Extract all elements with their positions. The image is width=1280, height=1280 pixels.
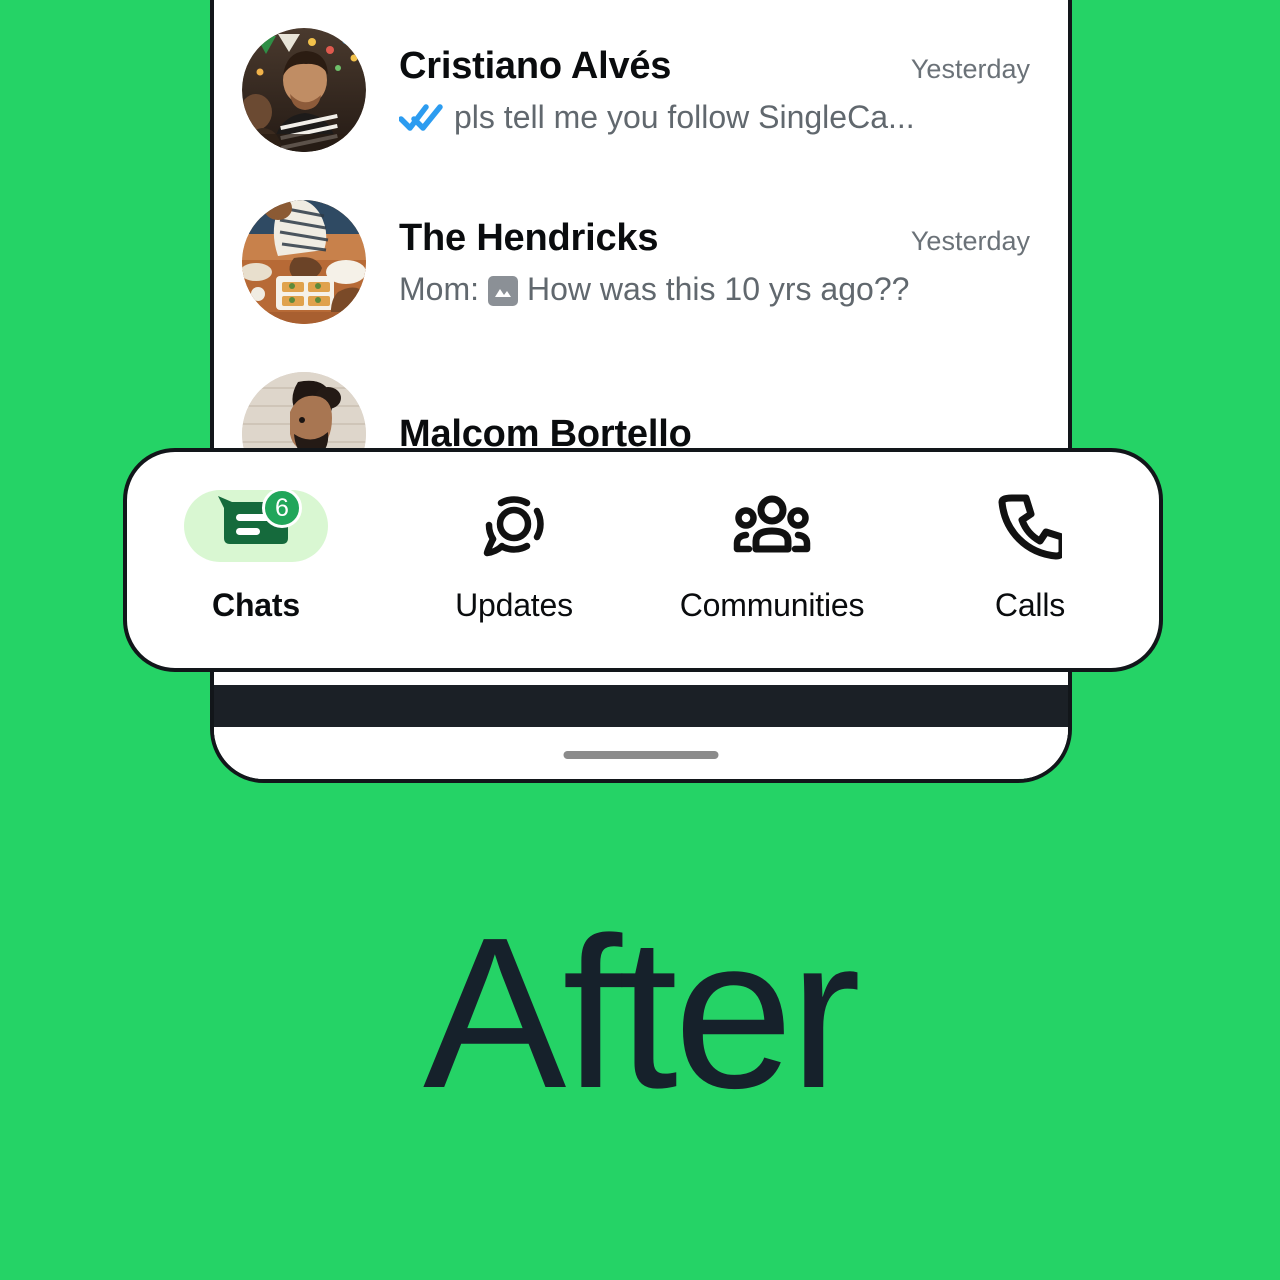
bottom-navigation-bar: 6 Chats Updates Communities Calls [123,448,1163,672]
tab-chats-label: Chats [212,587,300,623]
avatar[interactable] [242,200,366,324]
preview-text: pls tell me you follow SingleCa... [454,98,915,135]
tab-communities-label: Communities [679,587,865,623]
tab-updates-label: Updates [455,587,573,623]
avatar[interactable] [242,28,366,152]
row-body: Cristiano Alvés Yesterday pls tell me yo… [399,45,1030,136]
image-attachment-icon [488,276,518,306]
row-preview: pls tell me you follow SingleCa... [399,99,1030,136]
tab-calls-icon-wrap [958,490,1102,562]
tab-calls-label: Calls [994,587,1066,623]
updates-icon [483,496,544,557]
tab-communities-icon-wrap [700,490,844,562]
chat-timestamp: Yesterday [910,225,1030,256]
chat-name: The Hendricks [399,216,659,259]
chat-list: Cristiano Alvés Yesterday pls tell me yo… [214,4,1068,520]
row-top: Cristiano Alvés Yesterday [399,45,1030,88]
tab-chats[interactable]: 6 Chats [127,452,385,668]
read-receipt-double-check-icon [399,102,443,132]
preview-text: How was this 10 yrs ago?? [527,270,910,307]
tab-updates[interactable]: Updates [385,452,643,668]
tab-updates-icon-wrap [442,490,586,562]
tab-communities[interactable]: Communities [643,452,901,668]
row-preview: Mom: How was this 10 yrs ago?? [399,271,1030,308]
preview-sender: Mom: [399,270,479,307]
avatar-photo-party-icon [242,28,366,152]
poster-canvas: Cristiano Alvés Yesterday pls tell me yo… [0,0,1280,1280]
home-indicator-area [214,727,1068,779]
home-indicator[interactable] [563,751,719,759]
tab-calls[interactable]: Calls [901,452,1159,668]
row-top: The Hendricks Yesterday [399,217,1030,260]
communities-icon [733,495,811,553]
system-navigation-bar [214,685,1068,727]
table-row[interactable]: Cristiano Alvés Yesterday pls tell me yo… [214,4,1068,176]
tab-chats-icon-wrap: 6 [184,488,328,562]
chats-unread-badge: 6 [262,488,302,528]
table-row[interactable]: The Hendricks Yesterday Mom: How was thi… [214,176,1068,348]
page-title: After [422,892,861,1133]
row-body: The Hendricks Yesterday Mom: How was thi… [399,217,1030,308]
chat-timestamp: Yesterday [910,53,1030,84]
calls-icon [998,494,1062,560]
avatar-photo-dinner-icon [242,200,366,324]
chat-name: Cristiano Alvés [399,44,672,87]
